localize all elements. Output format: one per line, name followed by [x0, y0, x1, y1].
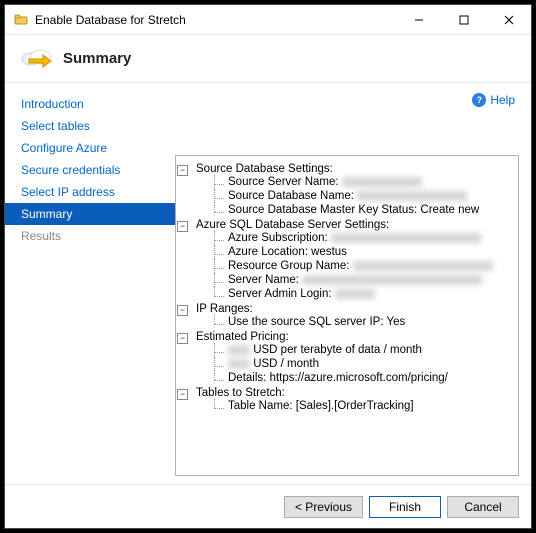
window-controls — [396, 5, 531, 34]
tree-leaf: Source Database Master Key Status: Creat… — [214, 203, 514, 217]
collapse-icon[interactable]: − — [177, 165, 188, 176]
tree-node-tables[interactable]: − Tables to Stretch: Table Name: [Sales]… — [182, 386, 514, 414]
redacted-value — [335, 289, 375, 299]
tree-leaf: Azure Subscription: — [214, 231, 514, 245]
sidebar-item-secure-credentials[interactable]: Secure credentials — [5, 159, 175, 181]
maximize-button[interactable] — [441, 5, 486, 34]
tree-heading: Tables to Stretch: — [196, 387, 285, 399]
dialog-window: Enable Database for Stretch Summary Intr… — [4, 4, 532, 529]
page-title: Summary — [63, 50, 131, 67]
sidebar-item-configure-azure[interactable]: Configure Azure — [5, 137, 175, 159]
collapse-icon[interactable]: − — [177, 389, 188, 400]
help-label: Help — [490, 93, 515, 107]
collapse-icon[interactable]: − — [177, 333, 188, 344]
tree-node-azure-server[interactable]: − Azure SQL Database Server Settings: Az… — [182, 218, 514, 302]
tree-leaf: Source Database Name: — [214, 189, 514, 203]
redacted-value — [342, 177, 422, 187]
wizard-body: Introduction Select tables Configure Azu… — [5, 83, 531, 484]
help-link[interactable]: ? Help — [175, 91, 519, 115]
redacted-value — [228, 359, 250, 369]
tree-heading: Azure SQL Database Server Settings: — [196, 219, 389, 231]
wizard-footer: < Previous Finish Cancel — [5, 484, 531, 528]
previous-button[interactable]: < Previous — [284, 496, 363, 518]
collapse-icon[interactable]: − — [177, 305, 188, 316]
sidebar-item-results: Results — [5, 225, 175, 247]
minimize-button[interactable] — [396, 5, 441, 34]
tree-leaf: Server Name: — [214, 273, 514, 287]
tree-node-source-db[interactable]: − Source Database Settings: Source Serve… — [182, 162, 514, 218]
sidebar-item-select-ip[interactable]: Select IP address — [5, 181, 175, 203]
main-panel: ? Help − Source Database Settings: Sourc… — [175, 83, 531, 484]
tree-leaf: Resource Group Name: — [214, 259, 514, 273]
tree-heading: IP Ranges: — [196, 303, 253, 315]
tree-leaf: Server Admin Login: — [214, 287, 514, 301]
close-button[interactable] — [486, 5, 531, 34]
redacted-value — [357, 191, 467, 201]
cancel-button[interactable]: Cancel — [447, 496, 519, 518]
tree-heading: Source Database Settings: — [196, 163, 333, 175]
collapse-icon[interactable]: − — [177, 221, 188, 232]
tree-leaf: Source Server Name: — [214, 175, 514, 189]
tree-leaf: Details: https://azure.microsoft.com/pri… — [214, 371, 514, 385]
redacted-value — [331, 233, 481, 243]
titlebar: Enable Database for Stretch — [5, 5, 531, 35]
help-icon: ? — [472, 93, 486, 107]
redacted-value — [228, 345, 250, 355]
tree-leaf: Azure Location: westus — [214, 245, 514, 259]
window-title: Enable Database for Stretch — [35, 13, 396, 27]
step-sidebar: Introduction Select tables Configure Azu… — [5, 83, 175, 484]
redacted-value — [302, 275, 482, 285]
summary-tree: − Source Database Settings: Source Serve… — [175, 155, 519, 476]
tree-leaf: USD / month — [214, 357, 514, 371]
tree-leaf: Use the source SQL server IP: Yes — [214, 315, 514, 329]
sidebar-item-introduction[interactable]: Introduction — [5, 93, 175, 115]
finish-button[interactable]: Finish — [369, 496, 441, 518]
tree-node-pricing[interactable]: − Estimated Pricing: USD per terabyte of… — [182, 330, 514, 386]
tree-node-ip-ranges[interactable]: − IP Ranges: Use the source SQL server I… — [182, 302, 514, 330]
stretch-db-icon — [21, 43, 53, 75]
wizard-header: Summary — [5, 35, 531, 83]
app-icon — [13, 12, 29, 28]
sidebar-item-select-tables[interactable]: Select tables — [5, 115, 175, 137]
redacted-value — [353, 261, 493, 271]
sidebar-item-summary[interactable]: Summary — [5, 203, 175, 225]
tree-leaf: Table Name: [Sales].[OrderTracking] — [214, 399, 514, 413]
tree-leaf: USD per terabyte of data / month — [214, 343, 514, 357]
tree-heading: Estimated Pricing: — [196, 331, 289, 343]
